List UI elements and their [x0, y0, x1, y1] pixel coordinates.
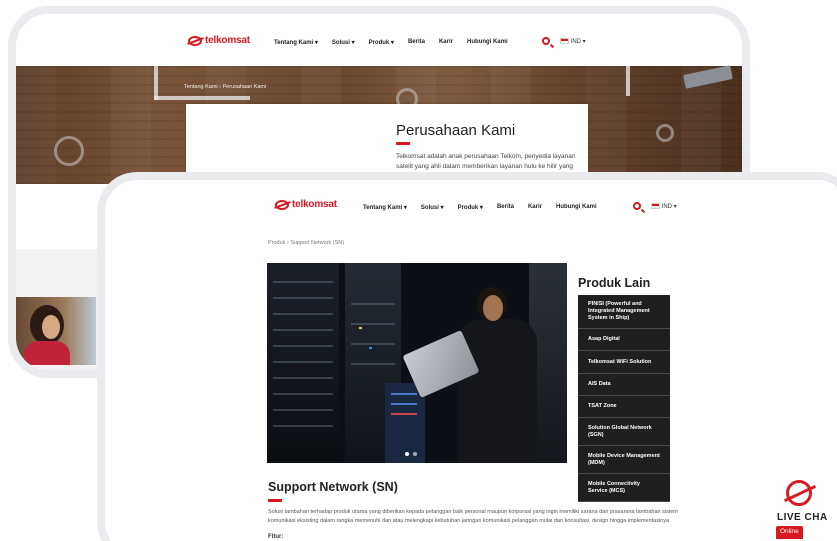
indonesia-flag-icon	[651, 202, 660, 209]
back-top-nav: telkomsat Tentang Kami ▾ Solusi ▾ Produk…	[16, 14, 742, 66]
metal-ring-decor	[54, 136, 84, 166]
live-chat-status-badge[interactable]: Online	[776, 526, 803, 539]
front-search-icon[interactable]	[633, 202, 641, 210]
page: telkomsat Tentang Kami ▾ Solusi ▾ Produk…	[0, 0, 837, 541]
front-nav-karir[interactable]: Karir	[528, 204, 542, 211]
back-nav-hubungi-kami[interactable]: Hubungi Kami	[467, 39, 508, 46]
product-item-ais-data[interactable]: AIS Data	[578, 374, 670, 396]
front-nav-berita[interactable]: Berita	[497, 204, 514, 211]
front-nav-right: IND ▾	[633, 202, 677, 210]
frame-line-decor	[154, 96, 250, 100]
indonesia-flag-icon	[560, 37, 569, 44]
front-nav-hubungi-kami[interactable]: Hubungi Kami	[556, 204, 597, 211]
frame-line-decor	[154, 66, 158, 100]
telkomsat-logo-icon	[275, 199, 289, 210]
product-item-sgn[interactable]: Solution Global Network (SGN)	[578, 418, 670, 446]
live-chat-label: LIVE CHA	[777, 512, 828, 523]
back-breadcrumb: Tentang Kami › Perusahaan Kami	[184, 84, 267, 90]
product-item-mdm[interactable]: Mobile Device Management (MDM)	[578, 446, 670, 474]
title-underline	[268, 499, 282, 502]
page-title: Support Network (SN)	[268, 480, 398, 494]
carousel-dots	[405, 452, 417, 456]
metal-ring-decor	[656, 124, 674, 142]
front-nav-produk[interactable]: Produk ▾	[458, 204, 483, 211]
engineer-body	[457, 319, 537, 463]
other-products-list: PINISI (Powerful and Integrated Manageme…	[578, 295, 670, 502]
features-label: Fitur:	[268, 534, 284, 540]
frame-line-decor	[626, 66, 630, 96]
student-photo	[16, 297, 96, 365]
side-title: Produk Lain	[578, 276, 651, 290]
back-nav-solusi[interactable]: Solusi ▾	[332, 39, 355, 46]
product-item-tsat-zone[interactable]: TSAT Zone	[578, 396, 670, 418]
back-nav-produk[interactable]: Produk ▾	[369, 39, 394, 46]
title-underline	[396, 142, 410, 145]
back-nav-berita[interactable]: Berita	[408, 39, 425, 46]
back-search-icon[interactable]	[542, 37, 550, 45]
about-title: Perusahaan Kami	[396, 122, 516, 139]
carousel-dot[interactable]	[413, 452, 417, 456]
back-nav-tentang-kami[interactable]: Tentang Kami ▾	[274, 39, 318, 46]
stapler-decor	[683, 65, 733, 89]
front-logo[interactable]: telkomsat	[275, 199, 337, 210]
telkomsat-logo-icon	[188, 35, 202, 46]
front-nav-links: Tentang Kami ▾ Solusi ▾ Produk ▾ Berita …	[363, 204, 597, 211]
photo-face	[42, 315, 60, 339]
carousel-dot[interactable]	[405, 452, 409, 456]
front-nav-solusi[interactable]: Solusi ▾	[421, 204, 444, 211]
back-lang-selector[interactable]: IND ▾	[560, 37, 586, 45]
product-item-asap-digital[interactable]: Asap Digital	[578, 329, 670, 351]
product-item-mcs[interactable]: Mobile Connectivity Service (MCS)	[578, 474, 670, 502]
product-item-pinisi[interactable]: PINISI (Powerful and Integrated Manageme…	[578, 295, 670, 329]
front-nav-tentang-kami[interactable]: Tentang Kami ▾	[363, 204, 407, 211]
product-item-wifi-solution[interactable]: Telkomsat WiFi Solution	[578, 351, 670, 374]
back-logo[interactable]: telkomsat	[188, 35, 250, 46]
front-lang-label: IND ▾	[661, 203, 677, 210]
live-chat-widget[interactable]: LIVE CHA Online	[772, 478, 837, 541]
back-nav-karir[interactable]: Karir	[439, 39, 453, 46]
front-lang-selector[interactable]: IND ▾	[651, 202, 677, 210]
back-nav-links: Tentang Kami ▾ Solusi ▾ Produk ▾ Berita …	[274, 39, 508, 46]
front-logo-text: telkomsat	[292, 199, 337, 210]
engineer-face	[483, 295, 503, 321]
datacenter-hero-image	[267, 263, 567, 463]
front-page-screenshot: telkomsat Tentang Kami ▾ Solusi ▾ Produk…	[97, 172, 837, 541]
photo-shirt	[24, 341, 70, 365]
back-logo-text: telkomsat	[205, 35, 250, 46]
back-lang-label: IND ▾	[570, 38, 586, 45]
page-description: Solusi tambahan terhadap produk utama ya…	[268, 509, 679, 524]
back-nav-right: IND ▾	[542, 37, 586, 45]
front-breadcrumb: Produk › Support Network (SN)	[268, 240, 345, 246]
live-chat-globe-icon	[786, 480, 812, 506]
server-rack	[267, 263, 339, 463]
